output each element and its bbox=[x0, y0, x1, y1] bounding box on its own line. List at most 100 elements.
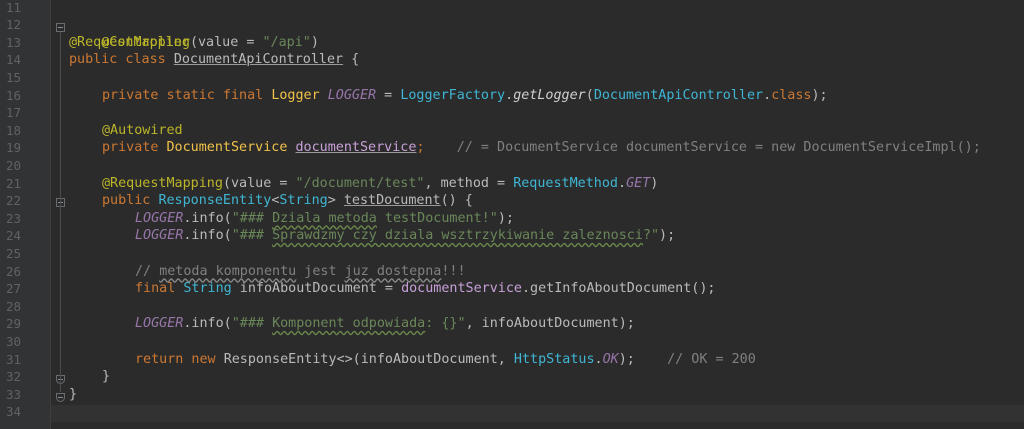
token: = bbox=[376, 87, 401, 103]
keyword: public class bbox=[69, 52, 174, 68]
token: = bbox=[238, 34, 263, 50]
string-literal: "### bbox=[231, 228, 273, 244]
token: > bbox=[327, 193, 344, 209]
code-line-13[interactable]: @RequestMapping(value = "/api") bbox=[69, 34, 319, 52]
keyword: final bbox=[135, 281, 184, 297]
keyword: private static final bbox=[102, 87, 272, 103]
enum-constant: OK bbox=[602, 351, 619, 367]
line-number: 28 bbox=[6, 298, 22, 314]
token: ResponseEntity<>(infoAboutDocument, bbox=[223, 351, 514, 367]
token: , bbox=[424, 175, 441, 191]
keyword: private bbox=[102, 140, 167, 156]
token: .info( bbox=[183, 210, 232, 226]
string-literal: "### bbox=[231, 210, 273, 226]
comment: // OK = 200 bbox=[634, 351, 756, 367]
line-number: 18 bbox=[6, 122, 22, 138]
token: .info( bbox=[183, 316, 232, 332]
annotation: @Autowired bbox=[102, 122, 183, 138]
type-name: DocumentService bbox=[166, 140, 288, 156]
code-line-19[interactable]: private DocumentService documentService;… bbox=[102, 139, 981, 157]
token: .getInfoAboutDocument(); bbox=[522, 281, 716, 297]
comment: metoda komponentu bbox=[159, 263, 297, 279]
type-name: ResponseEntity bbox=[158, 193, 272, 209]
fold-marker-icon[interactable] bbox=[56, 23, 65, 32]
class-ref: HttpStatus bbox=[513, 351, 595, 367]
token: = bbox=[489, 175, 514, 191]
line-number: 34 bbox=[6, 404, 22, 420]
field-name: LOGGER bbox=[135, 210, 184, 226]
line-number: 31 bbox=[6, 351, 22, 367]
token: ); bbox=[618, 351, 635, 367]
keyword: class bbox=[771, 87, 812, 103]
annotation: @RequestMapping bbox=[69, 34, 190, 50]
string-literal: Dziala metoda bbox=[272, 210, 377, 226]
token: ); bbox=[659, 228, 676, 244]
code-line-14[interactable]: public class DocumentApiController { bbox=[69, 51, 359, 69]
line-number: 26 bbox=[6, 263, 22, 279]
line-number: 12 bbox=[6, 17, 22, 33]
token: . bbox=[618, 175, 627, 191]
type-name: String bbox=[279, 193, 328, 209]
line-number: 15 bbox=[6, 70, 22, 85]
code-line-32[interactable]: } bbox=[102, 368, 110, 386]
string-literal: ?" bbox=[642, 228, 660, 244]
closing-brace: } bbox=[102, 369, 111, 385]
token: . bbox=[763, 87, 772, 103]
line-number: 13 bbox=[6, 34, 22, 50]
line-number: 23 bbox=[6, 210, 22, 226]
token: ( bbox=[222, 175, 231, 191]
code-line-29[interactable]: LOGGER.info("### Komponent odpowiada: {}… bbox=[135, 315, 635, 333]
field-name: LOGGER bbox=[135, 228, 184, 244]
token: () { bbox=[440, 193, 473, 209]
comment: juz dostepna bbox=[344, 263, 442, 279]
code-line-22[interactable]: public ResponseEntity<String> testDocume… bbox=[102, 192, 473, 210]
token: ( bbox=[189, 34, 198, 50]
code-line-27[interactable]: final String infoAboutDocument = documen… bbox=[135, 280, 715, 298]
code-editor[interactable]: 11 12 13 14 15 16 17 18 19 20 21 22 23 24 25 26 27 28 29 30… bbox=[0, 0, 1024, 429]
class-ref: DocumentApiController bbox=[593, 87, 764, 103]
fold-guide-line bbox=[60, 32, 61, 392]
line-number: 25 bbox=[6, 246, 22, 261]
code-line-31[interactable]: return new ResponseEntity<>(infoAboutDoc… bbox=[135, 351, 756, 369]
string-literal: : {}" bbox=[425, 316, 466, 332]
token: ); bbox=[811, 87, 828, 103]
class-ref: RequestMethod bbox=[513, 175, 618, 191]
string-literal: "### bbox=[231, 316, 273, 332]
token: . bbox=[594, 351, 603, 367]
field-name: documentService bbox=[401, 281, 522, 297]
keyword: return new bbox=[135, 351, 224, 367]
closing-brace: } bbox=[69, 386, 78, 402]
code-line-24[interactable]: LOGGER.info("### Sprawdzmy czy dziala ws… bbox=[135, 227, 675, 245]
code-line-33[interactable]: } bbox=[69, 386, 77, 404]
line-number: 17 bbox=[6, 105, 22, 121]
type-name: Logger bbox=[271, 87, 320, 103]
code-line-26[interactable]: // metoda komponentu jest juz dostepna!!… bbox=[135, 263, 466, 281]
line-number: 33 bbox=[6, 386, 22, 402]
code-line-16[interactable]: private static final Logger LOGGER = Log… bbox=[102, 87, 828, 105]
code-line-18[interactable]: @Autowired bbox=[102, 122, 183, 140]
type-name: String bbox=[183, 281, 232, 297]
token: value bbox=[198, 34, 239, 50]
token: ) bbox=[650, 175, 659, 191]
code-line-21[interactable]: @RequestMapping(value = "/document/test"… bbox=[102, 175, 658, 193]
token: ); bbox=[497, 210, 514, 226]
annotation: @RequestMapping bbox=[102, 175, 223, 191]
token: ; bbox=[416, 140, 425, 156]
code-line-12[interactable]: @Controller bbox=[69, 16, 190, 50]
line-number: 32 bbox=[6, 369, 22, 385]
line-number: 14 bbox=[6, 52, 22, 68]
token: { bbox=[343, 52, 360, 68]
string-literal: "/api" bbox=[262, 34, 311, 50]
line-number: 29 bbox=[6, 316, 22, 332]
string-literal: "/document/test" bbox=[295, 175, 425, 191]
class-name: DocumentApiController bbox=[173, 52, 344, 68]
code-line-23[interactable]: LOGGER.info("### Dziala metoda testDocum… bbox=[135, 210, 514, 228]
line-number: 19 bbox=[6, 140, 22, 156]
method-name: testDocument bbox=[343, 193, 441, 209]
comment: // bbox=[135, 263, 160, 279]
field-name: LOGGER bbox=[327, 87, 377, 103]
fold-end-icon[interactable] bbox=[56, 393, 65, 402]
gutter-separator bbox=[50, 0, 51, 429]
